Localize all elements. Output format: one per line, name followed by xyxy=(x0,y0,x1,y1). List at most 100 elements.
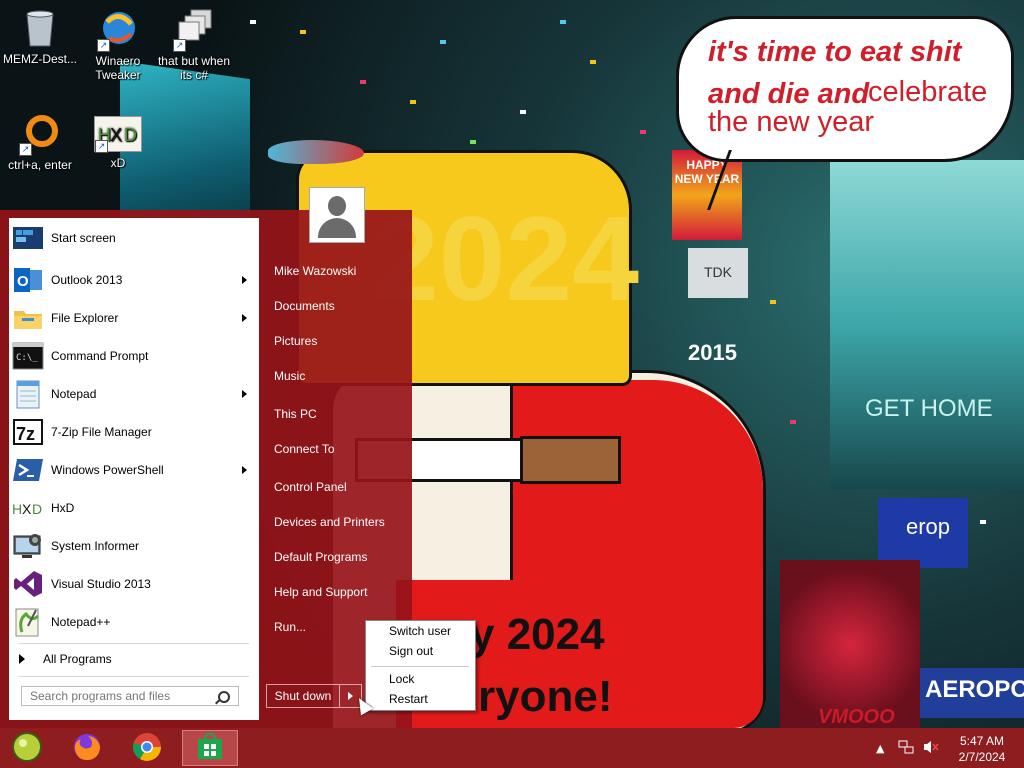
speech-line3: the new year xyxy=(708,106,875,138)
clock-date: 2/7/2024 xyxy=(958,750,1006,764)
program-label: Outlook 2013 xyxy=(51,273,123,287)
hxd-icon: HXD xyxy=(12,492,44,524)
desktop-icon-memz[interactable]: MEMZ-Dest... xyxy=(0,6,80,66)
menu-item-lock[interactable]: Lock xyxy=(389,672,414,686)
notepad-icon xyxy=(12,378,44,410)
shortcut-arrow-icon: ↗ xyxy=(173,39,186,52)
shutdown-button[interactable]: Shut down xyxy=(266,684,340,708)
stacked-windows-icon: ↗ xyxy=(173,8,215,52)
right-item-music[interactable]: Music xyxy=(274,369,305,383)
wallpaper-2015-sign: 2015 xyxy=(688,340,737,365)
search-input[interactable]: Search programs and files xyxy=(21,686,239,706)
shortcut-arrow-icon: ↗ xyxy=(95,140,108,153)
taskbar-chrome[interactable] xyxy=(122,730,172,766)
program-system-informer[interactable]: System Informer xyxy=(9,527,259,565)
desktop-icon-label: that but when its c# xyxy=(157,54,231,82)
taskbar-clock[interactable]: 5:47 AM 2/7/2024 xyxy=(950,733,1014,765)
right-item-help-support[interactable]: Help and Support xyxy=(274,585,367,599)
all-programs-arrow-icon xyxy=(19,654,25,664)
start-screen-icon xyxy=(12,222,44,254)
aero-text: AEROPOS xyxy=(925,676,1024,703)
program-powershell[interactable]: Windows PowerShell xyxy=(9,451,259,489)
shortcut-arrow-icon: ↗ xyxy=(97,39,110,52)
right-item-run[interactable]: Run... xyxy=(274,620,306,634)
tdk-text: TDK xyxy=(704,264,732,280)
powershell-icon xyxy=(12,454,44,486)
hxd-icon: HXD ↗ xyxy=(94,116,142,153)
right-item-documents[interactable]: Documents xyxy=(274,299,335,313)
svg-text:C:\_: C:\_ xyxy=(16,353,38,363)
svg-text:X: X xyxy=(22,501,32,517)
right-item-control-panel[interactable]: Control Panel xyxy=(274,480,347,494)
svg-text:H: H xyxy=(12,501,22,517)
menu-separator xyxy=(371,666,469,667)
program-label: System Informer xyxy=(51,539,140,553)
program-notepadpp[interactable]: Notepad++ xyxy=(9,603,259,641)
submenu-arrow-icon xyxy=(242,276,247,284)
program-visual-studio[interactable]: Visual Studio 2013 xyxy=(9,565,259,603)
program-notepad[interactable]: Notepad xyxy=(9,375,259,413)
tray-overflow-icon[interactable]: ▲ xyxy=(876,742,884,755)
search-separator xyxy=(19,676,249,677)
svg-text:D: D xyxy=(124,125,137,145)
chrome-icon xyxy=(131,731,163,766)
program-hxd[interactable]: HXD HxD xyxy=(9,489,259,527)
desktop-icon-label: ctrl+a, enter xyxy=(8,158,72,172)
wallpaper-gethome-sign: GET HOME xyxy=(865,395,993,422)
right-item-default-programs[interactable]: Default Programs xyxy=(274,550,367,564)
menu-item-sign-out[interactable]: Sign out xyxy=(389,644,433,658)
menu-item-restart[interactable]: Restart xyxy=(389,692,428,706)
7zip-icon: 7z xyxy=(12,416,44,448)
wallpaper-euro-sign: erop xyxy=(878,498,968,568)
start-button[interactable] xyxy=(2,730,52,766)
outlook-icon: O xyxy=(12,264,44,296)
store-icon xyxy=(196,732,224,764)
user-avatar[interactable] xyxy=(309,187,365,243)
program-7zip[interactable]: 7z 7-Zip File Manager xyxy=(9,413,259,451)
menu-item-switch-user[interactable]: Switch user xyxy=(389,624,451,638)
svg-text:X: X xyxy=(110,125,122,145)
program-command-prompt[interactable]: C:\_ Command Prompt xyxy=(9,337,259,375)
program-start-screen[interactable]: Start screen xyxy=(9,219,259,257)
start-orb-icon xyxy=(10,730,44,767)
firefox-icon xyxy=(71,731,103,766)
shutdown-context-menu: Switch user Sign out Lock Restart xyxy=(365,620,476,711)
submenu-arrow-icon xyxy=(242,466,247,474)
right-item-user[interactable]: Mike Wazowski xyxy=(274,264,356,278)
right-item-devices-printers[interactable]: Devices and Printers xyxy=(274,515,385,529)
visual-studio-icon xyxy=(12,568,44,600)
desktop-icon-xd[interactable]: HXD ↗ xD xyxy=(78,116,158,170)
wallpaper-bottom-line2: ryone! xyxy=(478,672,613,721)
all-programs-button[interactable]: All Programs xyxy=(9,648,259,670)
program-label: Visual Studio 2013 xyxy=(51,577,151,591)
right-item-connect-to[interactable]: Connect To xyxy=(274,442,335,456)
desktop-icon-winaero[interactable]: ↗ Winaero Tweaker xyxy=(78,8,158,82)
right-item-pictures[interactable]: Pictures xyxy=(274,334,317,348)
user-head-icon xyxy=(328,196,346,216)
wallpaper-tdk-sign: TDK xyxy=(688,248,748,298)
program-label: HxD xyxy=(51,501,75,515)
desktop-icon-ctrl-a-enter[interactable]: ↗ ctrl+a, enter xyxy=(0,112,80,172)
clock-time: 5:47 AM xyxy=(959,734,1005,748)
taskbar-firefox[interactable] xyxy=(62,730,112,766)
wallpaper-aero-sign: AEROPOS xyxy=(915,668,1024,718)
shutdown-label: Shut down xyxy=(274,689,332,703)
desktop-icon-csharp[interactable]: ↗ that but when its c# xyxy=(154,8,234,82)
fish-icon xyxy=(268,140,364,164)
wallpaper-year-text: 2024 xyxy=(372,192,639,326)
volume-muted-icon[interactable] xyxy=(922,739,940,758)
wallpaper-red-crowd xyxy=(780,560,920,730)
program-label: 7-Zip File Manager xyxy=(51,425,152,439)
search-icon xyxy=(218,691,230,703)
program-outlook[interactable]: O Outlook 2013 xyxy=(9,261,259,299)
shortcut-arrow-icon: ↗ xyxy=(19,143,32,156)
right-item-this-pc[interactable]: This PC xyxy=(274,407,317,421)
desktop-icon-label: Winaero Tweaker xyxy=(95,54,141,82)
taskbar-store[interactable] xyxy=(182,730,238,766)
program-file-explorer[interactable]: File Explorer xyxy=(9,299,259,337)
program-label: Notepad++ xyxy=(51,615,111,629)
program-label: File Explorer xyxy=(51,311,119,325)
program-label: Notepad xyxy=(51,387,97,401)
speech-line2b: celebrate xyxy=(868,76,988,108)
network-icon[interactable] xyxy=(898,739,914,758)
